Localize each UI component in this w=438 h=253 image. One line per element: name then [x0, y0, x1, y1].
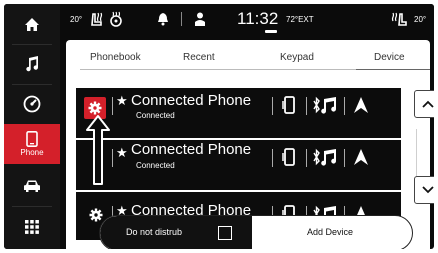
chevron-up-icon — [422, 100, 434, 108]
home-icon — [25, 17, 39, 31]
sidebar-item-phone[interactable]: Phone — [4, 124, 60, 164]
device-status: Connected — [136, 111, 175, 120]
carplay-icon[interactable] — [353, 148, 369, 166]
gauge-icon — [23, 95, 41, 113]
sidebar-item-media[interactable] — [4, 46, 60, 82]
heated-seat-icon[interactable] — [87, 12, 105, 27]
gear-icon[interactable] — [89, 208, 103, 222]
phone-icon — [26, 131, 38, 147]
heated-wheel-icon[interactable] — [108, 11, 124, 27]
sidebar-item-vehicle[interactable] — [4, 168, 60, 204]
add-device-button[interactable]: Add Device — [307, 227, 353, 237]
left-temp[interactable]: 20° — [70, 15, 82, 24]
tab-bar: Phonebook Recent Keypad Device — [66, 40, 430, 70]
bluetooth-audio-icon[interactable] — [312, 147, 338, 167]
tab-recent[interactable]: Recent — [183, 52, 215, 63]
right-temp[interactable]: 20° — [414, 15, 426, 24]
chevron-down-icon — [422, 186, 434, 194]
do-not-disturb-checkbox[interactable] — [218, 226, 232, 240]
device-status: Connected — [136, 161, 175, 170]
favorite-star-icon[interactable]: ★ — [116, 93, 128, 109]
device-name: Connected Phone — [131, 141, 252, 158]
list-item[interactable]: ★ Connected Phone Connected — [76, 88, 401, 138]
status-bar: 20° 11:32 72°EXT 20° — [60, 4, 434, 34]
notification-bell-icon[interactable] — [157, 12, 169, 26]
phone-connection-icon[interactable] — [282, 147, 296, 167]
tab-keypad[interactable]: Keypad — [280, 52, 314, 63]
bluetooth-audio-icon[interactable] — [312, 95, 338, 115]
tab-phonebook[interactable]: Phonebook — [90, 52, 141, 63]
list-item[interactable]: ★ Connected Phone Connected — [76, 140, 401, 190]
infotainment-screen: Phone 20° 11:32 72°EXT 20° Phonebook Rec… — [4, 4, 434, 249]
sidebar: Phone — [4, 4, 60, 249]
sidebar-item-apps[interactable] — [4, 209, 60, 245]
device-name: Connected Phone — [131, 92, 252, 109]
bottom-controls: Do not distrub Add Device — [99, 215, 413, 249]
scroll-down-button[interactable] — [414, 176, 434, 204]
sidebar-item-label: Phone — [20, 148, 44, 157]
passenger-seat-icon[interactable] — [391, 12, 407, 27]
gear-icon — [88, 101, 102, 115]
carplay-icon[interactable] — [353, 96, 369, 114]
phone-connection-icon[interactable] — [282, 95, 296, 115]
tab-device[interactable]: Device — [374, 52, 405, 63]
car-icon — [24, 180, 40, 192]
music-icon — [26, 56, 39, 72]
do-not-disturb-button[interactable]: Do not distrub — [100, 216, 252, 249]
outside-temp: 72°EXT — [286, 15, 314, 24]
sidebar-item-home[interactable] — [4, 6, 60, 42]
callout-arrow — [86, 115, 110, 185]
do-not-disturb-label: Do not distrub — [126, 227, 183, 237]
driver-profile-icon[interactable] — [194, 12, 206, 26]
favorite-star-icon[interactable]: ★ — [116, 145, 128, 161]
sidebar-item-controls[interactable] — [4, 86, 60, 122]
clock: 11:32 — [237, 9, 279, 28]
scroll-up-button[interactable] — [414, 90, 434, 118]
apps-grid-icon — [25, 220, 39, 234]
